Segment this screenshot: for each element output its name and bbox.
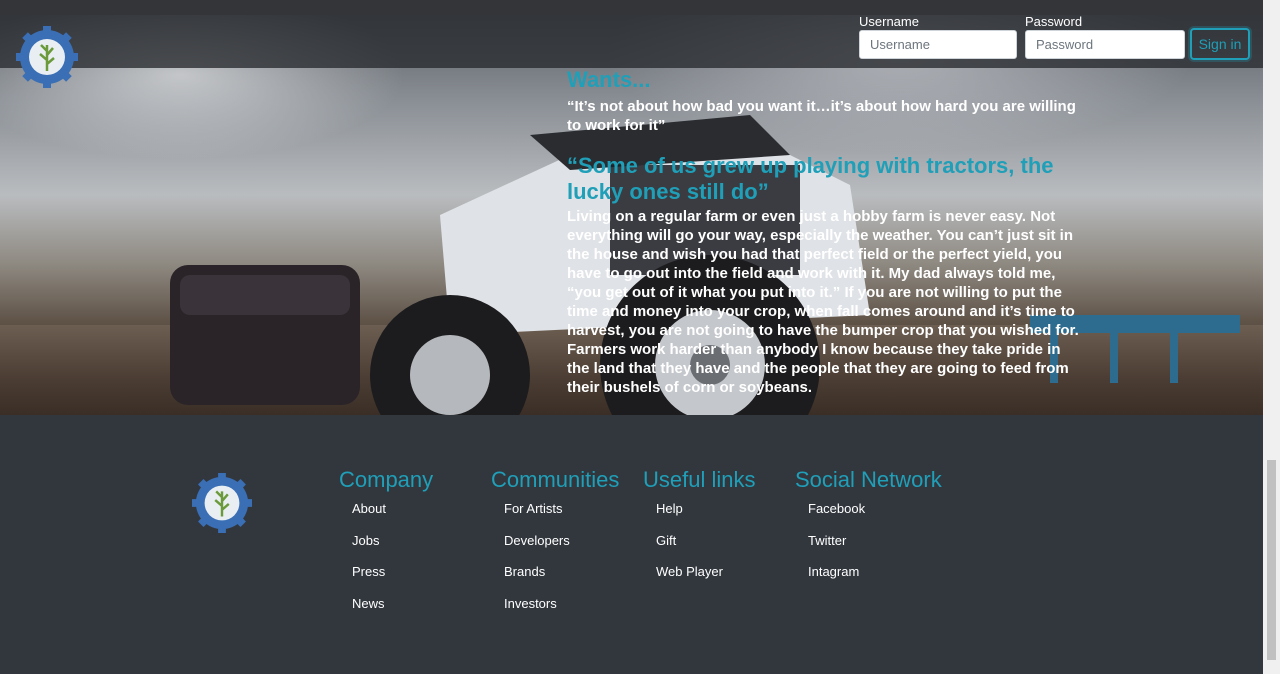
main-content: Wants... “It’s not about how bad you wan… bbox=[567, 66, 1079, 397]
footer-link-for-artists[interactable]: For Artists bbox=[504, 501, 619, 533]
logo-icon[interactable] bbox=[16, 26, 78, 88]
footer-link-jobs[interactable]: Jobs bbox=[352, 533, 433, 565]
footer-link-instagram[interactable]: Intagram bbox=[808, 564, 942, 596]
footer-link-investors[interactable]: Investors bbox=[504, 596, 619, 628]
footer-logo-icon[interactable] bbox=[192, 473, 252, 533]
footer: Company About Jobs Press News Communitie… bbox=[0, 415, 1263, 674]
footer-column-title: Company bbox=[339, 467, 434, 492]
page-scrollbar[interactable] bbox=[1263, 0, 1280, 674]
sign-in-button[interactable]: Sign in bbox=[1190, 28, 1250, 60]
password-input[interactable] bbox=[1025, 30, 1185, 59]
footer-link-news[interactable]: News bbox=[352, 596, 433, 628]
footer-column-company: Company About Jobs Press News bbox=[339, 467, 433, 627]
footer-link-developers[interactable]: Developers bbox=[504, 533, 619, 565]
password-label: Password bbox=[1025, 14, 1083, 29]
farm-paragraph: Living on a regular farm or even just a … bbox=[567, 208, 1079, 396]
scrollbar-thumb[interactable] bbox=[1267, 460, 1276, 660]
footer-column-title: Useful links bbox=[643, 467, 756, 492]
footer-link-gift[interactable]: Gift bbox=[656, 533, 755, 565]
footer-column-social-network: Social Network Facebook Twitter Intagram bbox=[795, 467, 942, 596]
footer-link-press[interactable]: Press bbox=[352, 564, 433, 596]
tractor-quote-heading: “Some of us grew up playing with tractor… bbox=[567, 153, 1054, 204]
quote-text: “It’s not about how bad you want it…it’s… bbox=[567, 98, 1076, 134]
footer-column-title: Social Network bbox=[795, 467, 942, 492]
footer-link-facebook[interactable]: Facebook bbox=[808, 501, 942, 533]
wants-heading: Wants... bbox=[567, 67, 651, 92]
footer-link-about[interactable]: About bbox=[352, 501, 433, 533]
footer-column-useful-links: Useful links Help Gift Web Player bbox=[643, 467, 755, 596]
footer-link-web-player[interactable]: Web Player bbox=[656, 564, 755, 596]
footer-link-twitter[interactable]: Twitter bbox=[808, 533, 942, 565]
footer-link-help[interactable]: Help bbox=[656, 501, 755, 533]
footer-column-title: Communities bbox=[491, 467, 620, 492]
footer-column-communities: Communities For Artists Developers Brand… bbox=[491, 467, 619, 627]
footer-link-brands[interactable]: Brands bbox=[504, 564, 619, 596]
username-input[interactable] bbox=[859, 30, 1017, 59]
username-label: Username bbox=[859, 14, 919, 29]
